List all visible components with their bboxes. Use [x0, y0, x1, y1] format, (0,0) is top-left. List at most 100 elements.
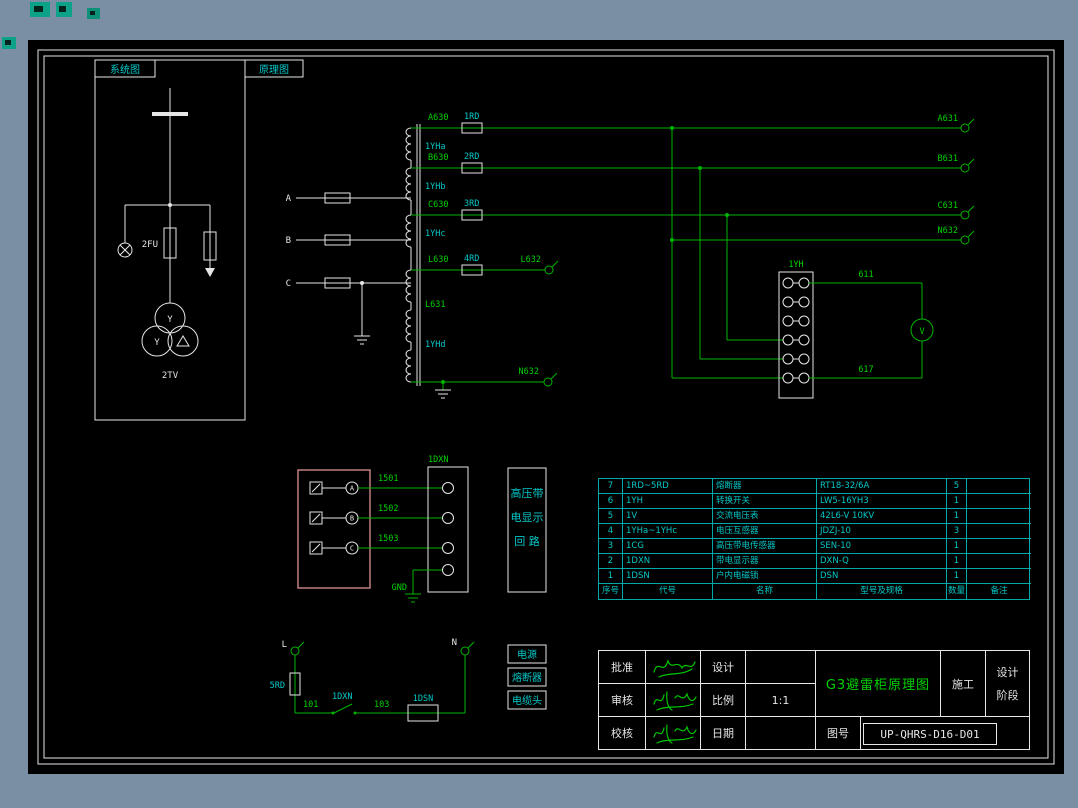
date-value — [746, 717, 816, 749]
parts-cell-note — [967, 569, 1031, 584]
stage-column: 设计 阶段 — [986, 651, 1029, 717]
parts-header-code: 代号 — [623, 584, 713, 599]
parts-cell-model: RT18-32/6A — [817, 479, 947, 494]
sensor-b-label: B — [350, 515, 354, 523]
parts-header-qty: 数量 — [947, 584, 967, 599]
wire-101-label: 101 — [303, 700, 318, 710]
terminal-a631-label: A631 — [938, 114, 958, 124]
circuit-title-line2: 电显示 — [511, 511, 544, 524]
parts-cell-model: DSN — [817, 569, 947, 584]
stage-col-line1: 设计 — [996, 666, 1019, 679]
signature-scribble — [652, 690, 697, 711]
design-value — [746, 651, 816, 684]
review-label: 审核 — [599, 684, 646, 717]
terminal-b631-label: B631 — [938, 154, 958, 164]
lock-1dsn-label: 1DSN — [413, 694, 433, 704]
parts-cell-name: 户内电磁锁 — [713, 569, 817, 584]
winding-y1-label: Y — [167, 315, 173, 325]
parts-cell-code: 1RD~5RD — [623, 479, 713, 494]
circuit-title-line3: 回 路 — [514, 535, 540, 548]
legend-cable: 电缆头 — [512, 694, 542, 707]
winding-1yha-label: 1YHa — [425, 142, 445, 152]
parts-cell-name: 电压互感器 — [713, 524, 817, 539]
parts-cell-code: 1V — [623, 509, 713, 524]
parts-cell-name: 高压带电传感器 — [713, 539, 817, 554]
check-signature — [646, 717, 701, 749]
display-unit-1dxn-label: 1DXN — [428, 455, 448, 465]
wire-1501-label: 1501 — [378, 474, 398, 484]
terminal-c631-label: C631 — [938, 201, 958, 211]
scale-value: 1:1 — [746, 684, 816, 717]
parts-cell-no: 7 — [599, 479, 623, 494]
fuse-3rd-label: 3RD — [464, 199, 479, 209]
fuse-4rd-label: 4RD — [464, 254, 479, 264]
winding-1yhb-label: 1YHb — [425, 182, 445, 192]
parts-cell-code: 1DSN — [623, 569, 713, 584]
parts-header-name: 名称 — [713, 584, 817, 599]
parts-cell-note — [967, 509, 1031, 524]
wire-l631-label: L631 — [425, 300, 445, 310]
legend-power: 电源 — [517, 648, 537, 661]
voltmeter-label: V — [919, 327, 924, 337]
phase-a-label: A — [286, 194, 292, 204]
parts-cell-name: 熔断器 — [713, 479, 817, 494]
drawing-number: UP-QHRS-D16-D01 — [863, 723, 997, 745]
parts-cell-qty: 5 — [947, 479, 967, 494]
parts-cell-no: 6 — [599, 494, 623, 509]
parts-cell-note — [967, 479, 1031, 494]
winding-y2-label: Y — [154, 338, 160, 348]
wire-103-label: 103 — [374, 700, 389, 710]
parts-cell-qty: 1 — [947, 569, 967, 584]
stage-col-line2: 阶段 — [996, 689, 1019, 702]
parts-cell-note — [967, 554, 1031, 569]
parts-cell-model: LW5-16YH3 — [817, 494, 947, 509]
fuse-2fu-label: 2FU — [142, 240, 158, 250]
contact-1dxn-label: 1DXN — [332, 692, 352, 702]
parts-cell-code: 1YH — [623, 494, 713, 509]
transformer-2tv-label: 2TV — [162, 371, 179, 381]
parts-cell-no: 3 — [599, 539, 623, 554]
parts-cell-qty: 1 — [947, 539, 967, 554]
parts-cell-no: 2 — [599, 554, 623, 569]
check-label: 校核 — [599, 717, 646, 749]
terminal-n632-right-label: N632 — [938, 226, 958, 236]
signature-scribble — [652, 658, 696, 678]
parts-header-note: 备注 — [990, 586, 1008, 596]
parts-cell-model: JDZJ-10 — [817, 524, 947, 539]
title-block: 批准 设计 审核 比例 1:1 校核 日期 G3避雷柜原理图 施工 设计 阶段 … — [598, 650, 1030, 750]
phase-b-label: B — [286, 236, 291, 246]
schematic-label: 原理图 — [259, 64, 289, 76]
parts-cell-name: 带电显示器 — [713, 554, 817, 569]
fuse-2rd-label: 2RD — [464, 152, 479, 162]
wire-1502-label: 1502 — [378, 504, 398, 514]
fuse-5rd-label: 5RD — [270, 681, 285, 691]
parts-cell-no: 5 — [599, 509, 623, 524]
winding-1yhd-label: 1YHd — [425, 340, 445, 350]
parts-cell-name: 交流电压表 — [713, 509, 817, 524]
parts-cell-code: 1DXN — [623, 554, 713, 569]
parts-cell-qty: 1 — [947, 509, 967, 524]
busbar — [152, 112, 188, 116]
parts-cell-no: 4 — [599, 524, 623, 539]
system-diagram-label: 系统图 — [110, 63, 140, 76]
parts-cell-qty: 3 — [947, 524, 967, 539]
design-label: 设计 — [701, 651, 746, 684]
signature-scribble — [652, 723, 697, 744]
parts-cell-model: 42L6-V 10KV — [817, 509, 947, 524]
terminal-l632-label: L632 — [521, 255, 541, 265]
parts-cell-model: SEN-10 — [817, 539, 947, 554]
parts-cell-no: 1 — [599, 569, 623, 584]
parts-header-model: 型号及规格 — [817, 584, 947, 599]
parts-cell-code: 1YHa~1YHc — [623, 524, 713, 539]
parts-cell-qty: 1 — [947, 554, 967, 569]
scale-label: 比例 — [701, 684, 746, 717]
review-signature — [646, 684, 701, 717]
drawing-title: G3避雷柜原理图 — [816, 651, 941, 717]
parts-cell-note — [967, 494, 1031, 509]
wire-b630-label: B630 — [428, 153, 448, 163]
app-background: 系统图 原理图 2FU Y Y 2TV 1YHa 1YHb 1YHc L631 … — [0, 0, 1078, 808]
wire-c630-label: C630 — [428, 200, 448, 210]
parts-cell-note — [967, 539, 1031, 554]
legend-fuse: 熔断器 — [512, 671, 542, 684]
terminal-l-label: L — [282, 640, 287, 650]
